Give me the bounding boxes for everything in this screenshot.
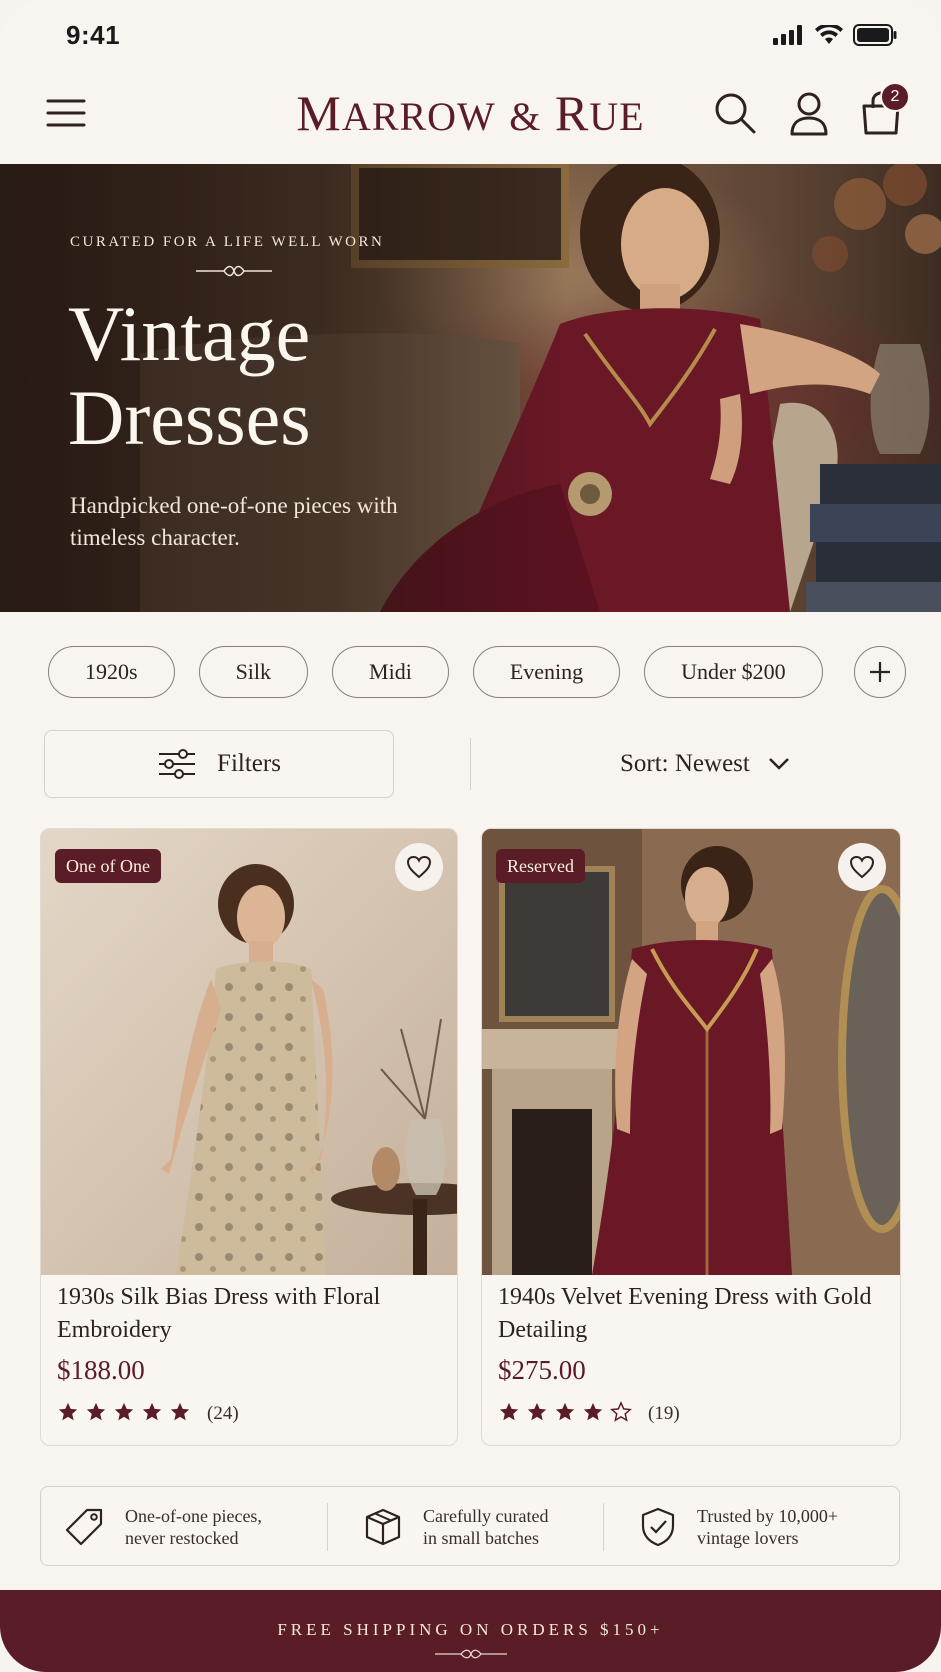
chip-1920s[interactable]: 1920s — [48, 646, 175, 698]
hero-eyebrow: CURATED FOR A LIFE WELL WORN — [70, 234, 385, 250]
status-bar: 9:41 — [0, 0, 941, 70]
trust-line: Trusted by 10,000+ — [697, 1506, 839, 1526]
star-filled-icon — [582, 1401, 604, 1427]
cart-button[interactable]: 2 — [858, 82, 910, 136]
product-image — [482, 829, 900, 1275]
account-button[interactable] — [786, 90, 832, 136]
heart-icon — [849, 855, 875, 879]
hero-subtitle: Handpicked one-of-one pieces with timele… — [70, 493, 398, 550]
tag-icon — [65, 1508, 103, 1546]
product-price: $275.00 — [498, 1355, 586, 1385]
logo-letters: UE — [589, 94, 645, 139]
product-title[interactable]: 1940s Velvet Evening Dress with Gold Det… — [498, 1281, 878, 1347]
sort-label: Sort: Newest — [620, 750, 750, 777]
trust-line: Carefully curated — [423, 1506, 549, 1526]
battery-icon — [853, 24, 897, 46]
trust-text: One-of-one pieces, never restocked — [125, 1505, 262, 1549]
favorite-button[interactable] — [838, 843, 886, 891]
favorite-button[interactable] — [395, 843, 443, 891]
flourish-divider-icon — [196, 265, 272, 277]
user-icon — [790, 92, 828, 136]
star-filled-icon — [498, 1401, 520, 1427]
box-icon — [365, 1508, 401, 1546]
filters-label: Filters — [217, 750, 281, 777]
shield-check-icon — [641, 1507, 675, 1547]
trust-text: Carefully curated in small batches — [423, 1505, 548, 1549]
star-filled-icon — [113, 1401, 135, 1427]
star-filled-icon — [57, 1401, 79, 1427]
plus-icon — [870, 662, 890, 682]
heart-icon — [406, 855, 432, 879]
star-filled-icon — [85, 1401, 107, 1427]
trust-item: One-of-one pieces, never restocked — [63, 1487, 262, 1567]
product-image — [41, 829, 457, 1275]
product-photo — [482, 829, 900, 1275]
wifi-icon — [815, 25, 843, 44]
trust-divider — [327, 1503, 328, 1551]
star-filled-icon — [526, 1401, 548, 1427]
product-price: $188.00 — [57, 1355, 145, 1385]
app-header: MARROW & RUE 2 — [0, 70, 941, 164]
filters-button[interactable]: Filters — [44, 730, 394, 798]
trust-line: never restocked — [125, 1528, 239, 1548]
signal-icon — [773, 25, 802, 45]
star-filled-icon — [554, 1401, 576, 1427]
cart-count-badge: 2 — [880, 82, 910, 112]
toolbar-divider — [470, 738, 471, 790]
chip-midi[interactable]: Midi — [332, 646, 449, 698]
trust-item: Trusted by 10,000+ vintage lovers — [639, 1487, 838, 1567]
one-of-one-badge: One of One — [55, 849, 161, 883]
search-icon — [715, 93, 756, 134]
trust-text: Trusted by 10,000+ vintage lovers — [697, 1505, 838, 1549]
logo-letter: M — [296, 85, 342, 141]
sort-dropdown[interactable]: Sort: Newest — [620, 744, 790, 784]
flourish-divider-icon — [435, 1649, 507, 1659]
status-icons — [773, 24, 897, 46]
more-chips-button[interactable] — [854, 646, 906, 698]
product-rating: (24) — [57, 1401, 239, 1427]
filter-chips: 1920s Silk Midi Evening Under $200 — [48, 646, 823, 698]
chip-silk[interactable]: Silk — [198, 646, 309, 698]
reserved-badge: Reserved — [496, 849, 585, 883]
product-card[interactable]: One of One 1930s Silk Bias Dress with Fl… — [40, 828, 458, 1446]
trust-divider — [603, 1503, 604, 1551]
trust-line: vintage lovers — [697, 1528, 799, 1548]
shipping-banner-text: FREE SHIPPING ON ORDERS $150+ — [277, 1620, 664, 1639]
star-filled-icon — [141, 1401, 163, 1427]
trust-bar: One-of-one pieces, never restocked Caref… — [40, 1486, 900, 1566]
hero-title: Vintage Dresses — [68, 292, 468, 460]
shipping-banner[interactable]: FREE SHIPPING ON ORDERS $150+ — [0, 1590, 941, 1672]
product-title[interactable]: 1930s Silk Bias Dress with Floral Embroi… — [57, 1281, 437, 1347]
phone-screen: 9:41 MARROW & RUE 2 CURATED FOR A LIFE W… — [0, 0, 941, 1672]
trust-item: Carefully curated in small batches — [363, 1487, 548, 1567]
status-time: 9:41 — [66, 20, 121, 50]
sliders-icon — [159, 749, 196, 779]
chip-under-200[interactable]: Under $200 — [644, 646, 823, 698]
product-photo — [41, 829, 457, 1275]
review-count: (24) — [207, 1403, 239, 1424]
star-filled-icon — [169, 1401, 191, 1427]
logo-ampersand: & — [509, 94, 542, 139]
product-card[interactable]: Reserved 1940s Velvet Evening Dress with… — [481, 828, 901, 1446]
chip-evening[interactable]: Evening — [472, 646, 621, 698]
trust-line: One-of-one pieces, — [125, 1506, 262, 1526]
chevron-down-icon — [768, 758, 789, 770]
logo-letter: R — [554, 85, 590, 141]
search-button[interactable] — [712, 90, 758, 136]
hero-title-line: Vintage — [68, 290, 311, 377]
logo-letters: ARROW — [341, 94, 496, 139]
trust-line: in small batches — [423, 1528, 539, 1548]
review-count: (19) — [648, 1403, 680, 1424]
hero-banner[interactable]: CURATED FOR A LIFE WELL WORN Vintage Dre… — [0, 164, 941, 612]
product-rating: (19) — [498, 1401, 680, 1427]
star-outline-icon — [610, 1401, 632, 1427]
hero-title-line: Dresses — [68, 374, 311, 461]
